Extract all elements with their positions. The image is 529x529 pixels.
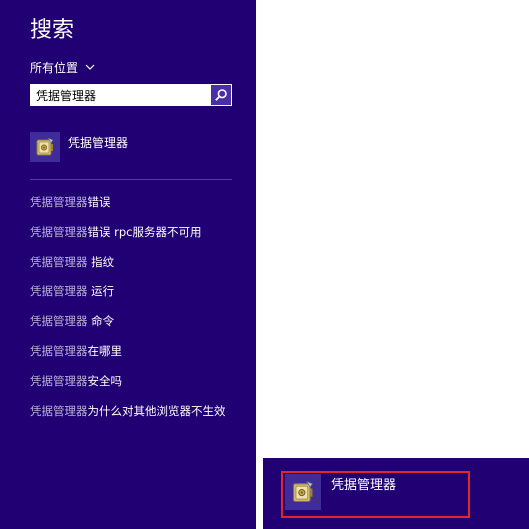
suggestion-extra-part: 命令 [87,314,115,329]
suggestion-query-part: 凭据管理器 [30,403,88,418]
suggestion-query-part: 凭据管理器 [30,373,88,388]
search-suggestion[interactable]: 凭据管理器 命令 [30,309,226,339]
search-suggestions-list: 凭据管理器错误 凭据管理器错误 rpc服务器不可用 凭据管理器 指纹 凭据管理器… [30,190,226,428]
credential-manager-icon [30,132,60,162]
results-divider [30,179,232,180]
app-result-label: 凭据管理器 [68,136,129,150]
suggestion-query-part: 凭据管理器 [30,343,88,358]
app-result-credential-manager-zoomed[interactable]: 凭据管理器 [285,474,396,514]
suggestion-extra-part: 在哪里 [87,343,123,358]
search-suggestion[interactable]: 凭据管理器错误 [30,190,226,220]
search-scope-dropdown[interactable]: 所有位置 [30,58,96,76]
search-suggestion[interactable]: 凭据管理器 指纹 [30,250,226,280]
pane-title: 搜索 [30,18,75,43]
suggestion-query-part: 凭据管理器 [30,195,88,209]
suggestion-extra-part: 安全吗 [87,373,123,388]
zoomed-result-callout: 凭据管理器 [263,458,529,529]
search-charm-pane: 搜索 所有位置 凭据管理器 凭据管理器 凭据管理器错误 凭据管理器错误 rpc服… [0,0,256,529]
screenshot-canvas: 搜索 所有位置 凭据管理器 凭据管理器 凭据管理器错误 凭据管理器错误 rpc服… [0,0,529,529]
credential-manager-icon [285,474,321,510]
app-result-label: 凭据管理器 [331,478,397,493]
search-scope-label: 所有位置 [30,60,79,75]
suggestion-extra-part: 为什么对其他浏览器不生效 [87,403,226,418]
search-suggestion[interactable]: 凭据管理器 运行 [30,279,226,309]
search-button[interactable] [210,84,232,106]
suggestion-query-part: 凭据管理器 [30,284,88,299]
chevron-down-icon [84,61,96,73]
suggestion-extra-part: 运行 [87,284,115,299]
search-suggestion[interactable]: 凭据管理器安全吗 [30,369,226,399]
suggestion-query-part: 凭据管理器 [30,314,88,329]
search-icon [214,88,228,102]
app-result-credential-manager[interactable]: 凭据管理器 [30,132,230,164]
search-input[interactable] [30,84,210,106]
search-box [30,84,232,106]
search-suggestion[interactable]: 凭据管理器错误 rpc服务器不可用 [30,220,226,250]
suggestion-query-part: 凭据管理器 [30,224,88,239]
search-suggestion[interactable]: 凭据管理器为什么对其他浏览器不生效 [30,399,226,429]
suggestion-query-part: 凭据管理器 [30,254,88,269]
suggestion-extra-part: 错误 rpc服务器不可用 [87,224,202,239]
suggestion-extra-part: 错误 [87,195,111,209]
search-suggestion[interactable]: 凭据管理器在哪里 [30,339,226,369]
suggestion-extra-part: 指纹 [87,254,115,269]
